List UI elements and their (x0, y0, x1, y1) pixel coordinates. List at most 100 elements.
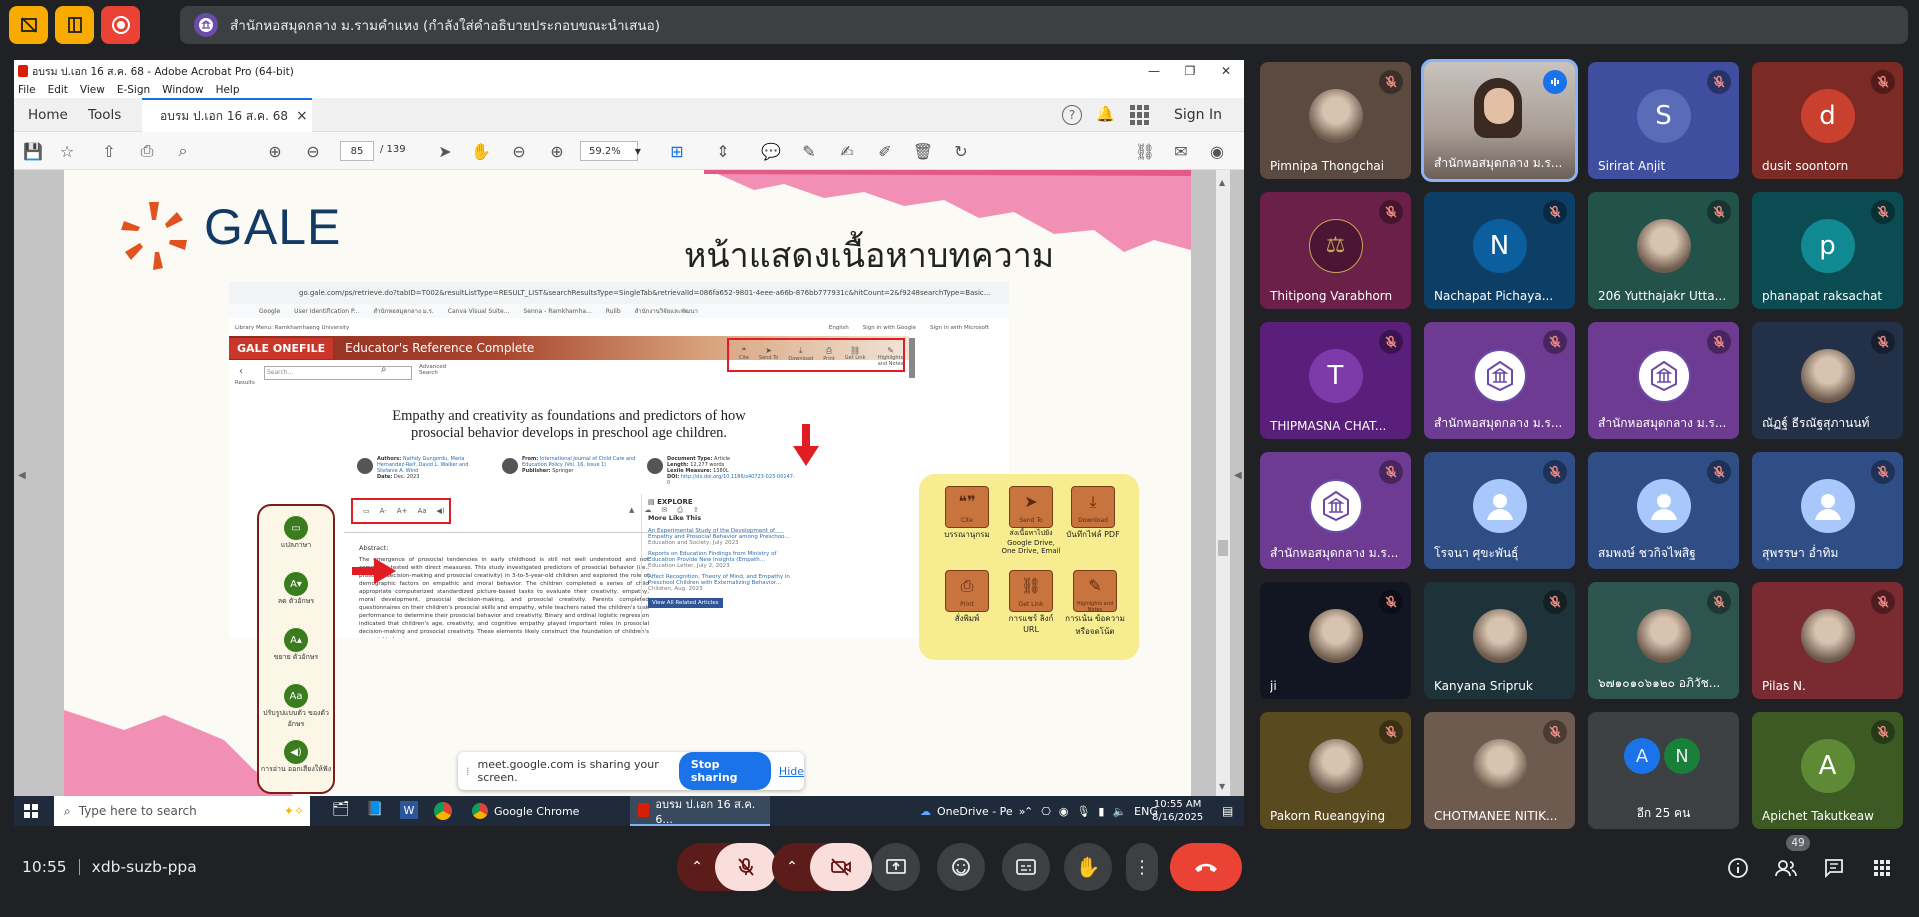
notifications-icon[interactable]: ▤ (1222, 804, 1233, 818)
right-collapse-icon[interactable]: ◀ (1234, 470, 1242, 481)
tray-up-icon[interactable]: ⌃ (1024, 805, 1033, 818)
participant-tile[interactable]: สำนักหอสมุดกลาง ม.ร... (1260, 452, 1411, 569)
download-tool[interactable]: ⤓ Download (788, 346, 813, 367)
drag-handle-icon[interactable]: ⁞ (466, 765, 470, 778)
left-collapse-icon[interactable]: ◀ (18, 470, 26, 481)
participant-tile[interactable]: Pakorn Rueangying (1260, 712, 1411, 829)
font-style-icon[interactable]: Aa (417, 507, 426, 515)
menu-edit[interactable]: Edit (48, 84, 68, 96)
send-tool[interactable]: ➤ Send To (759, 346, 778, 367)
taskbar-search[interactable]: ⌕ Type here to search ✦✧ (54, 796, 310, 826)
page-up-icon[interactable]: ⊕ (264, 140, 286, 162)
save-icon[interactable]: 💾 (22, 140, 44, 162)
related-item[interactable]: An Experimental Study of the Development… (648, 528, 791, 546)
participant-tile[interactable]: ⚖ Thitipong Varabhorn (1260, 192, 1411, 309)
edit-icon[interactable]: ✐ (874, 140, 896, 162)
email-icon[interactable]: ✉ (1170, 140, 1192, 162)
activities-button[interactable] (1864, 850, 1900, 886)
network-icon[interactable]: ⎔ (1041, 805, 1051, 818)
advanced-search-link[interactable]: Advanced Search (419, 364, 449, 376)
print-icon[interactable]: ⎙ (136, 140, 158, 162)
search-icon[interactable]: ⌕ (172, 140, 194, 162)
page-number-input[interactable]: 85 (340, 141, 374, 161)
participant-tile[interactable]: CHOTMANEE NITIK... (1424, 712, 1575, 829)
restore-button[interactable]: ❐ (1172, 60, 1208, 82)
increase-font-icon[interactable]: A+ (397, 507, 408, 515)
people-button[interactable]: 49 (1768, 835, 1810, 886)
taskbar-chrome[interactable]: Google Chrome (466, 796, 606, 826)
participant-tile[interactable]: d dusit soontorn (1752, 62, 1903, 179)
sign-in-button[interactable]: Sign In (1174, 98, 1222, 132)
google-drive-icon[interactable]: ▲ (629, 506, 634, 515)
participant-tile[interactable]: Pilas N. (1752, 582, 1903, 699)
participant-tile[interactable]: ๖๗๑๐๑๐๖๑๒๐ อภิวัช... (1588, 582, 1739, 699)
participant-tile[interactable]: สมพงษ์ ชวกิจไพสิฐ (1588, 452, 1739, 569)
hide-tiles-button[interactable] (9, 6, 48, 44)
scroll-thumb[interactable] (1218, 540, 1228, 556)
cite-tool[interactable]: ❝ Cite (739, 346, 749, 367)
highlight-tool[interactable]: ✎ Highlights and Notes (876, 346, 906, 367)
fit-page-icon[interactable]: ⊞ (666, 140, 688, 162)
participant-tile[interactable]: Pimnipa Thongchai (1260, 62, 1411, 179)
draw-icon[interactable]: ✍ (836, 140, 858, 162)
present-button[interactable] (872, 843, 920, 891)
document-scrollbar[interactable]: ▲ ▼ (1216, 170, 1230, 796)
close-window-button[interactable]: ✕ (1208, 60, 1244, 82)
listen-icon[interactable]: ◀) (437, 507, 445, 515)
related-item[interactable]: Affect Recognition, Theory of Mind, and … (648, 574, 791, 592)
participant-tile[interactable]: สำนักหอสมุดกลาง ม.ร... (1424, 322, 1575, 439)
participant-tile[interactable]: สำนักหอสมุดกลาง ม.ร... (1588, 322, 1739, 439)
print-tool[interactable]: ⎙ Print (823, 346, 835, 367)
windows-start-icon[interactable] (24, 804, 38, 818)
star-icon[interactable]: ☆ (56, 140, 78, 162)
results-link[interactable]: Results (235, 380, 255, 386)
taskbar-acrobat[interactable]: อบรม ป.เอก 16 ส.ค. 6... (630, 796, 770, 826)
mic-toggle-button[interactable] (715, 843, 777, 891)
page-down-icon[interactable]: ⊖ (302, 140, 324, 162)
account-icon[interactable]: ◉ (1206, 140, 1228, 162)
zoom-in-icon[interactable]: ⊕ (546, 140, 568, 162)
camera-options-button[interactable]: ⌃ (772, 843, 812, 891)
meeting-info-button[interactable] (1720, 850, 1756, 886)
menu-esign[interactable]: E-Sign (117, 84, 150, 96)
participant-tile[interactable]: ณัฏฐ์ ธีรณัฐสุภานนท์ (1752, 322, 1903, 439)
stop-sharing-button[interactable]: Stop sharing (678, 752, 771, 790)
participant-tile[interactable]: โรจนา ศุขะพันธุ์ (1424, 452, 1575, 569)
recording-button[interactable] (101, 6, 140, 44)
camera-icon[interactable]: ◉ (1059, 805, 1069, 818)
gale-search-input[interactable]: Search... (264, 366, 412, 380)
translate-icon[interactable]: ▭ (363, 507, 370, 515)
participant-tile[interactable]: สุพรรษา อ่ำทิม (1752, 452, 1903, 569)
layout-button[interactable] (55, 6, 94, 44)
raise-hand-button[interactable]: ✋ (1064, 843, 1112, 891)
minimize-button[interactable]: — (1136, 60, 1172, 82)
menu-file[interactable]: File (18, 84, 36, 96)
zoom-out-icon[interactable]: ⊖ (508, 140, 530, 162)
participant-tile[interactable]: A Apichet Takutkeaw (1752, 712, 1903, 829)
participant-tile[interactable]: 206 Yutthajakr Utta... (1588, 192, 1739, 309)
hide-link[interactable]: Hide (779, 765, 804, 778)
participant-tile[interactable]: Kanyana Sripruk (1424, 582, 1575, 699)
scroll-mode-icon[interactable]: ⇕ (712, 140, 734, 162)
tab-home[interactable]: Home (28, 98, 68, 132)
presenter-banner[interactable]: สำนักหอสมุดกลาง ม.รามคำแหง (กำลังใส่คำอธ… (180, 6, 1908, 44)
back-icon[interactable]: ‹ (239, 366, 247, 380)
rotate-icon[interactable]: ↻ (950, 140, 972, 162)
comment-icon[interactable]: 💬 (760, 140, 782, 162)
search-icon[interactable]: ⌕ (381, 364, 387, 375)
reactions-button[interactable] (937, 843, 985, 891)
select-tool-icon[interactable]: ➤ (434, 140, 456, 162)
file-explorer-icon[interactable]: 🗂 (332, 801, 350, 817)
help-icon[interactable]: ? (1062, 105, 1082, 125)
notes-icon[interactable]: 📘 (366, 801, 383, 817)
bell-icon[interactable]: 🔔 (1096, 105, 1116, 125)
volume-icon[interactable]: 🔈 (1112, 805, 1126, 818)
chat-button[interactable] (1816, 850, 1852, 886)
page-scrollbar[interactable] (909, 338, 915, 378)
link-icon[interactable]: ⛓ (1134, 140, 1156, 162)
mic-icon[interactable]: 🎙 (1076, 805, 1090, 818)
word-icon[interactable]: W (400, 801, 418, 819)
scroll-up-icon[interactable]: ▲ (1219, 178, 1225, 187)
onedrive-tray[interactable]: ☁ OneDrive - Pe » (920, 796, 1025, 826)
related-item[interactable]: Reports on Education Findings from Minis… (648, 551, 791, 569)
